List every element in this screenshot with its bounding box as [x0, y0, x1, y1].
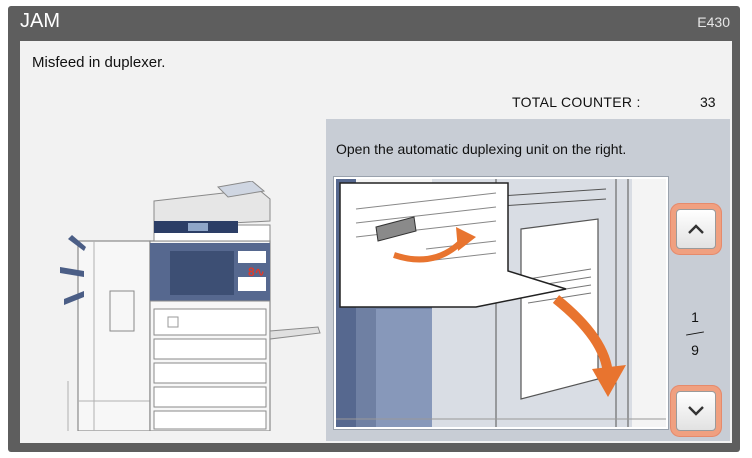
scroll-up-button[interactable] — [676, 209, 716, 249]
current-page: 1 — [691, 309, 699, 325]
title-bar: JAM E430 — [8, 6, 740, 38]
scroll-down-button[interactable] — [676, 391, 716, 431]
jam-message: Misfeed in duplexer. — [32, 54, 166, 71]
guide-area: Open the automatic duplexing unit on the… — [326, 119, 730, 441]
total-counter-value: 33 — [700, 94, 716, 110]
page-indicator: 1 9 — [676, 309, 714, 358]
total-pages: 9 — [691, 342, 699, 358]
instruction-text: Open the automatic duplexing unit on the… — [336, 141, 627, 157]
jam-dialog: JAM E430 Misfeed in duplexer. TOTAL COUN… — [8, 6, 740, 452]
page-divider — [686, 331, 704, 336]
content-panel: Misfeed in duplexer. TOTAL COUNTER : 33 — [20, 41, 732, 443]
total-counter-label: TOTAL COUNTER : — [512, 94, 641, 110]
chevron-down-icon — [688, 406, 704, 416]
copier-machine-image: 8∿ 8∿ — [60, 180, 321, 432]
svg-text:8∿: 8∿ — [248, 265, 265, 279]
instruction-illustration — [333, 176, 669, 430]
dialog-title: JAM — [20, 10, 60, 32]
chevron-up-icon — [688, 224, 704, 234]
duplex-unit-image — [336, 179, 666, 427]
machine-illustration: 8∿ 8∿ — [38, 180, 328, 432]
error-code: E430 — [697, 14, 730, 30]
